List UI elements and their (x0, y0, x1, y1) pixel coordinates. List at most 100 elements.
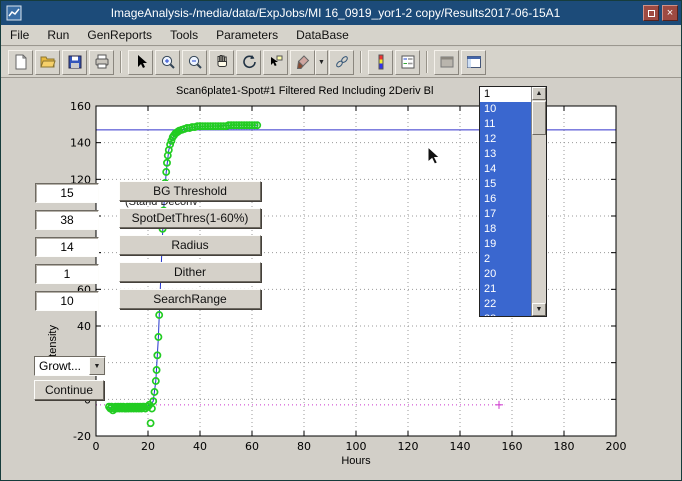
zoom-in-button[interactable] (155, 50, 180, 75)
svg-text:60: 60 (245, 440, 259, 453)
app-icon-image (6, 5, 22, 21)
search-range-button[interactable]: SearchRange (119, 289, 261, 309)
svg-text:140: 140 (70, 137, 91, 150)
svg-text:140: 140 (450, 440, 471, 453)
print-button[interactable] (89, 50, 114, 75)
maximize-button[interactable] (643, 5, 659, 21)
dither-button[interactable]: Dither (119, 262, 261, 282)
continue-button[interactable]: Continue (34, 380, 104, 400)
data-cursor-button[interactable] (263, 50, 288, 75)
toolbar-separator (360, 51, 362, 73)
figure-area: Scan6plate1-Spot#1 Filtered Red Includin… (1, 78, 682, 481)
print-icon (93, 53, 111, 71)
open-file-button[interactable] (35, 50, 60, 75)
edit-plot-pointer-button[interactable] (128, 50, 153, 75)
save-icon (66, 53, 84, 71)
menu-parameters[interactable]: Parameters (207, 25, 287, 45)
search-range-input[interactable] (35, 291, 99, 311)
dropdown-option[interactable]: 21 (480, 282, 531, 297)
new-file-button[interactable] (8, 50, 33, 75)
menu-bar: File Run GenReports Tools Parameters Dat… (1, 25, 681, 46)
mode-dropdown[interactable]: Growt... ▼ (34, 356, 106, 376)
close-button[interactable]: × (662, 5, 678, 21)
radius-button[interactable]: Radius (119, 235, 261, 255)
spot-det-thres-button[interactable]: SpotDetThres(1-60%) (119, 208, 261, 228)
legend-icon (399, 53, 417, 71)
brush-icon (294, 53, 312, 71)
brush-dropdown-caret[interactable]: ▼ (315, 50, 328, 75)
dither-input[interactable] (35, 264, 99, 284)
mouse-cursor (427, 146, 441, 165)
maximize-icon (648, 10, 655, 17)
hide-plot-tools-button[interactable] (434, 50, 459, 75)
menu-database[interactable]: DataBase (287, 25, 358, 45)
svg-text:40: 40 (193, 440, 207, 453)
dropdown-option[interactable]: 17 (480, 207, 531, 222)
scroll-up-button[interactable]: ▲ (532, 87, 546, 100)
zoom-in-icon (159, 53, 177, 71)
dropdown-option[interactable]: 1 (480, 87, 531, 102)
svg-text:80: 80 (297, 440, 311, 453)
link-icon (333, 53, 351, 71)
show-plot-tools-button[interactable] (461, 50, 486, 75)
save-button[interactable] (62, 50, 87, 75)
menu-tools[interactable]: Tools (161, 25, 207, 45)
svg-text:40: 40 (77, 320, 91, 333)
rotate-icon (240, 53, 258, 71)
app-icon (6, 5, 22, 21)
zoom-out-icon (186, 53, 204, 71)
svg-text:20: 20 (141, 440, 155, 453)
chevron-down-icon: ▼ (89, 357, 105, 375)
colorbar-icon (372, 53, 390, 71)
toolbar: ▼ (1, 47, 681, 78)
title-bar: ImageAnalysis-/media/data/ExpJobs/MI 16_… (1, 1, 681, 25)
dropdown-option[interactable]: 12 (480, 132, 531, 147)
svg-text:200: 200 (606, 440, 627, 453)
open-folder-icon (39, 53, 57, 71)
insert-legend-button[interactable] (395, 50, 420, 75)
zoom-out-button[interactable] (182, 50, 207, 75)
rotate-3d-button[interactable] (236, 50, 261, 75)
svg-text:160: 160 (502, 440, 523, 453)
radius-input[interactable] (35, 237, 99, 257)
spot-det-thres-input[interactable] (35, 210, 99, 230)
pointer-icon (132, 53, 150, 71)
menu-run[interactable]: Run (38, 25, 78, 45)
dropdown-option[interactable]: 15 (480, 177, 531, 192)
insert-colorbar-button[interactable] (368, 50, 393, 75)
hand-icon (213, 53, 231, 71)
x-axis-label: Hours (96, 455, 616, 467)
dropdown-option[interactable]: 16 (480, 192, 531, 207)
link-plot-button[interactable] (329, 50, 354, 75)
bg-threshold-input[interactable] (35, 183, 99, 203)
toolbar-separator (120, 51, 122, 73)
bg-threshold-button[interactable]: BG Threshold (119, 181, 261, 201)
dropdown-option[interactable]: 2 (480, 252, 531, 267)
show-plot-tools-icon (465, 53, 483, 71)
menu-genreports[interactable]: GenReports (78, 25, 161, 45)
data-cursor-icon (267, 53, 285, 71)
dropdown-option[interactable]: 23 (480, 312, 531, 316)
dropdown-option[interactable]: 14 (480, 162, 531, 177)
dropdown-option[interactable]: 22 (480, 297, 531, 312)
scroll-down-button[interactable]: ▼ (532, 303, 546, 316)
mode-dropdown-value: Growt... (35, 357, 89, 375)
pan-button[interactable] (209, 50, 234, 75)
menu-file[interactable]: File (1, 25, 38, 45)
app-window: ImageAnalysis-/media/data/ExpJobs/MI 16_… (0, 0, 682, 481)
dropdown-scrollbar[interactable]: ▲ ▼ (531, 87, 546, 316)
brush-button[interactable] (290, 50, 315, 75)
dropdown-option[interactable]: 19 (480, 237, 531, 252)
dropdown-option[interactable]: 11 (480, 117, 531, 132)
svg-text:100: 100 (346, 440, 367, 453)
svg-text:160: 160 (70, 100, 91, 113)
dropdown-option[interactable]: 13 (480, 147, 531, 162)
dropdown-options: 110111213141516171819220212223 (480, 87, 531, 316)
scrollbar-thumb[interactable] (532, 101, 546, 135)
dropdown-option[interactable]: 18 (480, 222, 531, 237)
window-title: ImageAnalysis-/media/data/ExpJobs/MI 16_… (28, 6, 643, 20)
dropdown-option[interactable]: 10 (480, 102, 531, 117)
dropdown-option[interactable]: 20 (480, 267, 531, 282)
new-file-icon (12, 53, 30, 71)
svg-text:-20: -20 (73, 430, 91, 443)
